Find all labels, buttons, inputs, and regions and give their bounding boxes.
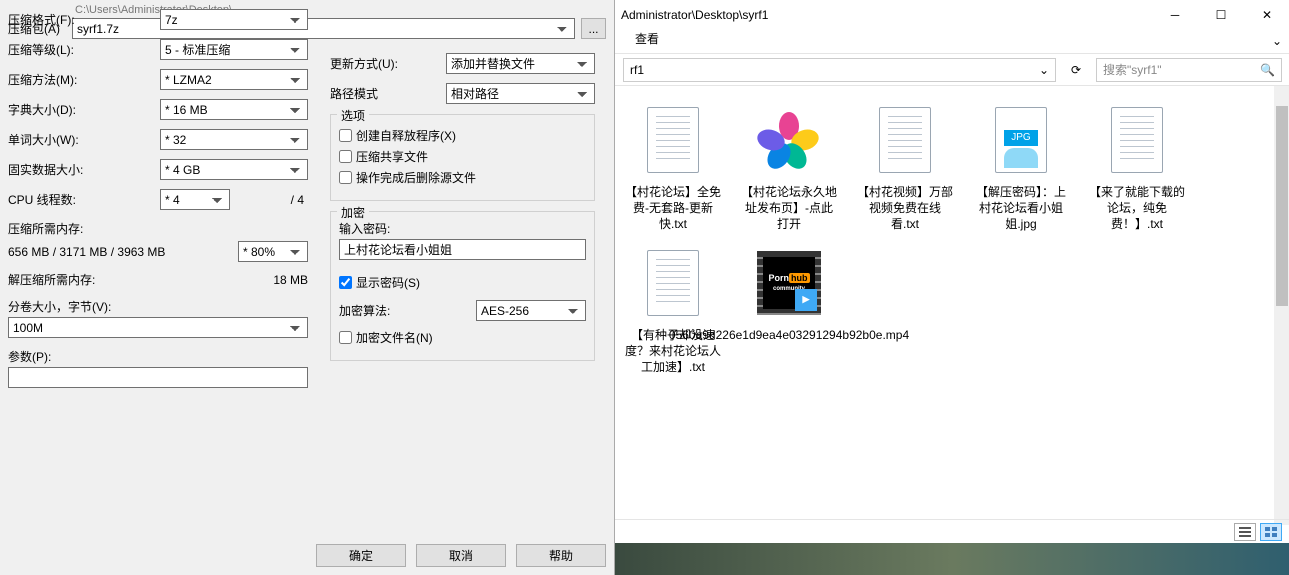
- opt-sfx-checkbox[interactable]: [339, 129, 352, 142]
- file-item[interactable]: JPG 【解压密码】：上村花论坛看小姐姐.jpg: [973, 100, 1069, 233]
- dict-select[interactable]: * 16 MB: [160, 99, 308, 120]
- opt-sfx[interactable]: 创建自释放程序(X): [339, 127, 586, 144]
- word-label: 单词大小(W):: [8, 131, 160, 148]
- encrypt-names-checkbox[interactable]: [339, 331, 352, 344]
- txt-file-icon: [647, 250, 699, 316]
- threads-max: / 4: [230, 193, 308, 207]
- scrollbar[interactable]: [1274, 86, 1289, 525]
- word-select[interactable]: * 32: [160, 129, 308, 150]
- file-list: 【村花论坛】全免费-无套路-更新快.txt【村花论坛永久地址发布页】-点此打开【…: [615, 86, 1289, 389]
- file-item[interactable]: 【村花视频】万部视频免费在线看.txt: [857, 100, 953, 233]
- file-item[interactable]: 【村花论坛永久地址发布页】-点此打开: [741, 100, 837, 233]
- password-label: 输入密码:: [339, 220, 586, 237]
- encrypt-names[interactable]: 加密文件名(N): [339, 329, 586, 346]
- split-label: 分卷大小，字节(V):: [8, 298, 308, 315]
- browse-button[interactable]: ...: [581, 18, 606, 39]
- txt-file-icon: [647, 107, 699, 173]
- method-label: 压缩方法(M):: [8, 71, 160, 88]
- encryption-title: 加密: [337, 204, 369, 221]
- file-item[interactable]: 【来了就能下载的论坛，纯免费！】.txt: [1089, 100, 1185, 233]
- level-label: 压缩等级(L):: [8, 41, 160, 58]
- mem-comp-label: 压缩所需内存:: [8, 220, 308, 237]
- enc-method-select[interactable]: AES-256: [476, 300, 586, 321]
- ribbon-expand-icon[interactable]: ⌄: [1272, 34, 1282, 48]
- help-button[interactable]: 帮助: [516, 544, 606, 567]
- format-label: 压缩格式(F):: [8, 11, 160, 28]
- address-dropdown-icon[interactable]: ⌄: [1039, 63, 1049, 77]
- file-item[interactable]: 【村花论坛】全免费-无套路-更新快.txt: [625, 100, 721, 233]
- method-select[interactable]: * LZMA2: [160, 69, 308, 90]
- show-password-checkbox[interactable]: [339, 276, 352, 289]
- mem-decomp-value: 18 MB: [273, 273, 308, 287]
- split-select[interactable]: 100M: [8, 317, 308, 338]
- params-input[interactable]: [8, 367, 308, 388]
- pathmode-select[interactable]: 相对路径: [446, 83, 595, 104]
- view-icons-button[interactable]: [1260, 523, 1282, 541]
- statusbar: [615, 519, 1289, 543]
- file-name: 【村花视频】万部视频免费在线看.txt: [857, 184, 953, 233]
- view-details-button[interactable]: [1234, 523, 1256, 541]
- encryption-group: 加密 输入密码: 显示密码(S) 加密算法:AES-256 加密文件名(N): [330, 211, 595, 361]
- search-placeholder: 搜索"syrf1": [1103, 61, 1162, 78]
- mp4-file-icon: Pornhubcommunity▶: [757, 251, 821, 315]
- mem-decomp-label: 解压缩所需内存:: [8, 271, 273, 288]
- file-item[interactable]: 【有种子却没速度？来村花论坛人工加速】.txt: [625, 243, 721, 376]
- file-name: 【来了就能下载的论坛，纯免费！】.txt: [1089, 184, 1185, 233]
- maximize-button[interactable]: ☐: [1198, 0, 1244, 30]
- file-name: 【解压密码】：上村花论坛看小姐姐.jpg: [973, 184, 1069, 233]
- browser-icon: [761, 112, 817, 168]
- txt-file-icon: [1111, 107, 1163, 173]
- ok-button[interactable]: 确定: [316, 544, 406, 567]
- opt-delete[interactable]: 操作完成后删除源文件: [339, 169, 586, 186]
- update-label: 更新方式(U):: [330, 55, 446, 72]
- file-name: 0560a9d226e1d9ea4e03291294b92b0e.mp4: [669, 327, 909, 343]
- mem-comp-value: 656 MB / 3171 MB / 3963 MB: [8, 245, 238, 259]
- dict-label: 字典大小(D):: [8, 101, 160, 118]
- threads-select[interactable]: * 4: [160, 189, 230, 210]
- file-name: 【村花论坛永久地址发布页】-点此打开: [741, 184, 837, 233]
- show-password[interactable]: 显示密码(S): [339, 274, 586, 291]
- address-bar[interactable]: rf1 ⌄: [623, 58, 1056, 82]
- threads-label: CPU 线程数:: [8, 191, 160, 208]
- opt-share[interactable]: 压缩共享文件: [339, 148, 586, 165]
- file-name: 【村花论坛】全免费-无套路-更新快.txt: [625, 184, 721, 233]
- play-icon: ▶: [795, 289, 817, 311]
- params-label: 参数(P):: [8, 348, 308, 365]
- format-select[interactable]: 7z: [160, 9, 308, 30]
- scroll-thumb[interactable]: [1276, 106, 1288, 306]
- desktop-wallpaper: [615, 543, 1289, 575]
- opt-share-checkbox[interactable]: [339, 150, 352, 163]
- menu-view[interactable]: 查看: [635, 30, 659, 47]
- address-text: rf1: [630, 63, 644, 77]
- password-input[interactable]: [339, 239, 586, 260]
- title-path: Administrator\Desktop\syrf1: [621, 8, 768, 22]
- options-title: 选项: [337, 107, 369, 124]
- solid-select[interactable]: * 4 GB: [160, 159, 308, 180]
- compress-dialog: C:\Users\Administrator\Desktop\ 压缩包(A) s…: [0, 0, 615, 575]
- solid-label: 固实数据大小:: [8, 161, 160, 178]
- titlebar: Administrator\Desktop\syrf1 ─ ☐ ✕: [615, 0, 1289, 30]
- search-box[interactable]: 搜索"syrf1" 🔍: [1096, 58, 1282, 82]
- mem-pct-select[interactable]: * 80%: [238, 241, 308, 262]
- level-select[interactable]: 5 - 标准压缩: [160, 39, 308, 60]
- refresh-button[interactable]: ⟳: [1064, 58, 1088, 82]
- explorer-window: Administrator\Desktop\syrf1 ─ ☐ ✕ 查看 ⌄ r…: [615, 0, 1289, 575]
- search-icon: 🔍: [1260, 63, 1275, 77]
- pathmode-label: 路径模式: [330, 85, 446, 102]
- minimize-button[interactable]: ─: [1152, 0, 1198, 30]
- cancel-button[interactable]: 取消: [416, 544, 506, 567]
- file-item[interactable]: Pornhubcommunity▶0560a9d226e1d9ea4e03291…: [741, 243, 837, 376]
- jpg-file-icon: JPG: [995, 107, 1047, 173]
- update-select[interactable]: 添加并替换文件: [446, 53, 595, 74]
- options-group: 选项 创建自释放程序(X) 压缩共享文件 操作完成后删除源文件: [330, 114, 595, 201]
- close-button[interactable]: ✕: [1244, 0, 1289, 30]
- txt-file-icon: [879, 107, 931, 173]
- opt-delete-checkbox[interactable]: [339, 171, 352, 184]
- enc-method-label: 加密算法:: [339, 302, 476, 319]
- menubar: 查看 ⌄: [615, 30, 1289, 54]
